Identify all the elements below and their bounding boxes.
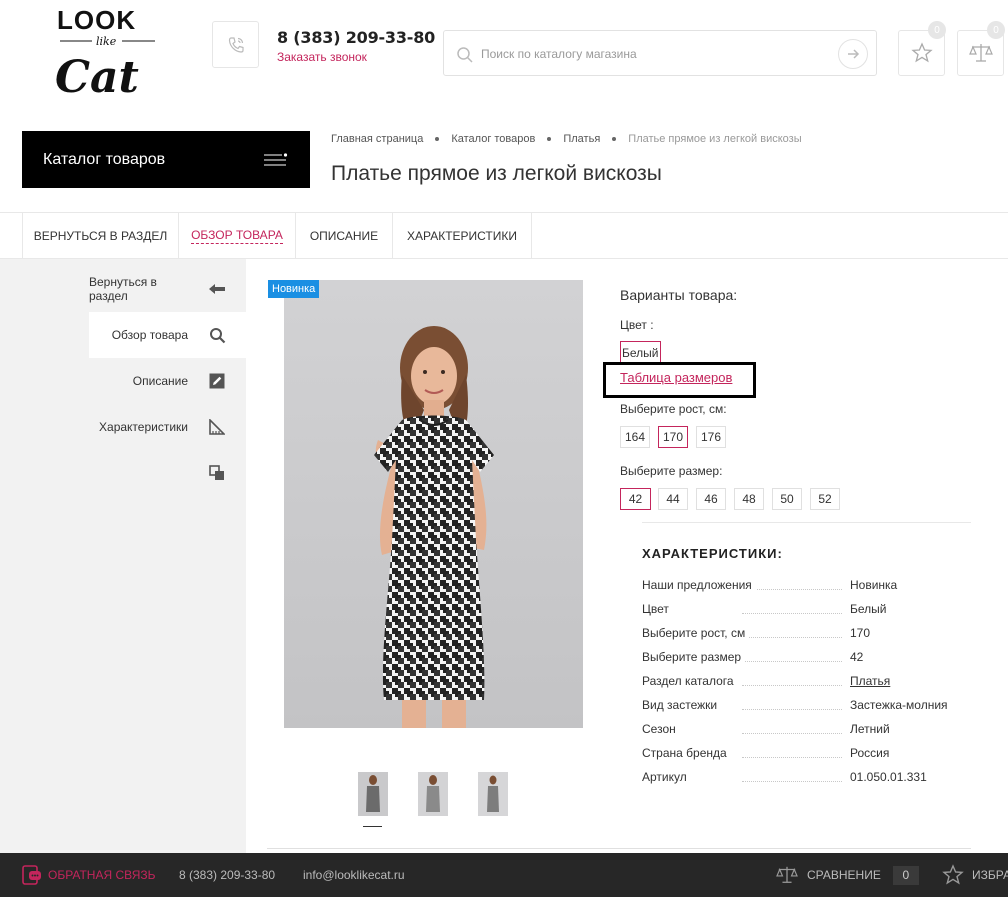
characteristic-row: Страна бренда Россия xyxy=(642,746,890,760)
size-option-42[interactable]: 42 xyxy=(620,488,651,510)
breadcrumb-home[interactable]: Главная страница xyxy=(331,133,423,145)
favorites-count-badge: 0 xyxy=(928,21,946,39)
active-thumbnail-indicator xyxy=(363,826,382,827)
star-icon xyxy=(910,42,933,63)
sidebar-item-label: Описание xyxy=(132,374,188,388)
header-phone[interactable]: 8 (383) 209-33-80 xyxy=(277,28,435,47)
sidebar-item-characteristics[interactable]: Характеристики xyxy=(89,404,246,450)
arrow-right-icon xyxy=(848,49,860,59)
height-option-170[interactable]: 170 xyxy=(658,426,688,448)
svg-text:like: like xyxy=(96,35,117,48)
footer-favorites-button[interactable]: ИЗБРАННОЕ xyxy=(942,853,1008,897)
new-badge: Новинка xyxy=(268,280,320,298)
copy-icon xyxy=(208,464,226,482)
svg-text:LOOK: LOOK xyxy=(57,5,136,35)
edit-icon xyxy=(208,372,226,390)
characteristic-row: Раздел каталога Платья xyxy=(642,674,891,688)
height-option-176[interactable]: 176 xyxy=(696,426,726,448)
characteristic-row: Сезон Летний xyxy=(642,722,890,736)
feedback-label: ОБРАТНАЯ СВЯЗЬ xyxy=(48,868,156,882)
compare-count-badge: 0 xyxy=(987,21,1005,39)
characteristic-row: Артикул 01.050.01.331 xyxy=(642,770,927,784)
product-thumbnail[interactable] xyxy=(418,772,448,816)
star-icon xyxy=(942,864,964,885)
callback-link[interactable]: Заказать звонок xyxy=(277,50,367,64)
footer-compare-button[interactable]: СРАВНЕНИЕ 0 xyxy=(776,853,919,897)
sidebar-item-label: Характеристики xyxy=(99,420,188,434)
tab-characteristics[interactable]: ХАРАКТЕРИСТИКИ xyxy=(393,213,532,259)
divider xyxy=(642,522,971,523)
characteristic-row: Выберите размер 42 xyxy=(642,650,864,664)
catalog-section-link[interactable]: Платья xyxy=(850,674,890,688)
catalog-menu-button[interactable]: Каталог товаров xyxy=(22,131,310,188)
breadcrumb-separator xyxy=(612,137,617,141)
feedback-button[interactable]: ОБРАТНАЯ СВЯЗЬ xyxy=(22,853,156,897)
search-icon xyxy=(208,326,226,344)
product-photo[interactable] xyxy=(284,280,583,728)
breadcrumb-current: Платье прямое из легкой вискозы xyxy=(628,133,802,145)
sidebar-item-similar[interactable] xyxy=(89,450,246,496)
variants-title: Варианты товара: xyxy=(620,287,738,303)
product-tabs: ВЕРНУТЬСЯ В РАЗДЕЛ ОБЗОР ТОВАРА ОПИСАНИЕ… xyxy=(0,212,1008,259)
characteristic-row: Наши предложения Новинка xyxy=(642,578,898,592)
breadcrumb-catalog[interactable]: Каталог товаров xyxy=(451,133,535,145)
sidebar-item-back[interactable]: Вернуться в раздел xyxy=(89,266,246,312)
menu-icon xyxy=(264,153,288,166)
footer-phone[interactable]: 8 (383) 209-33-80 xyxy=(179,853,275,897)
characteristic-row: Выберите рост, см 170 xyxy=(642,626,871,640)
ruler-icon xyxy=(208,418,226,436)
tab-description[interactable]: ОПИСАНИЕ xyxy=(296,213,393,259)
size-option-50[interactable]: 50 xyxy=(772,488,802,510)
color-label: Цвет : xyxy=(620,318,654,332)
sidebar-item-label: Обзор товара xyxy=(111,328,188,342)
footer-compare-label: СРАВНЕНИЕ xyxy=(807,868,881,882)
breadcrumb-separator xyxy=(547,137,552,141)
size-table-link[interactable]: Таблица размеров xyxy=(620,370,732,385)
catalog-menu-label: Каталог товаров xyxy=(43,150,166,168)
search-submit-button[interactable] xyxy=(838,39,868,69)
height-option-164[interactable]: 164 xyxy=(620,426,650,448)
search-icon xyxy=(457,47,473,63)
divider xyxy=(267,848,971,849)
tab-product-overview[interactable]: ОБЗОР ТОВАРА xyxy=(179,213,296,259)
breadcrumb-separator xyxy=(435,137,440,141)
product-thumbnail[interactable] xyxy=(358,772,388,816)
breadcrumb: Главная страница Каталог товаров Платья … xyxy=(331,133,802,145)
sidebar-item-overview[interactable]: Обзор товара xyxy=(89,312,246,358)
search-input[interactable] xyxy=(481,43,821,65)
phone-icon-button[interactable] xyxy=(212,21,259,68)
footer-email[interactable]: info@looklikecat.ru xyxy=(303,853,405,897)
svg-text:Cat: Cat xyxy=(55,52,139,103)
characteristics-title: ХАРАКТЕРИСТИКИ: xyxy=(642,546,783,561)
size-option-46[interactable]: 46 xyxy=(696,488,726,510)
scales-icon xyxy=(968,44,993,62)
phone-icon xyxy=(228,36,244,53)
arrow-left-icon xyxy=(208,280,226,298)
sidebar-item-description[interactable]: Описание xyxy=(89,358,246,404)
search-box xyxy=(443,30,877,76)
feedback-icon xyxy=(22,865,41,885)
site-logo[interactable]: LOOK like Cat xyxy=(50,4,170,104)
sidebar-item-label: Вернуться в раздел xyxy=(89,275,157,303)
size-option-44[interactable]: 44 xyxy=(658,488,688,510)
height-label: Выберите рост, см: xyxy=(620,402,727,416)
product-thumbnail[interactable] xyxy=(478,772,508,816)
footer-favorites-label: ИЗБРАННОЕ xyxy=(972,868,1008,882)
color-option-white[interactable]: Белый xyxy=(620,341,661,363)
favorites-button[interactable]: 0 xyxy=(898,21,946,76)
tab-back-to-section[interactable]: ВЕРНУТЬСЯ В РАЗДЕЛ xyxy=(22,213,179,259)
compare-button[interactable]: 0 xyxy=(957,21,1005,76)
bottom-bar: ОБРАТНАЯ СВЯЗЬ 8 (383) 209-33-80 info@lo… xyxy=(0,853,1008,897)
footer-compare-count: 0 xyxy=(892,865,919,885)
scales-icon xyxy=(776,866,798,883)
size-option-48[interactable]: 48 xyxy=(734,488,764,510)
page-title: Платье прямое из легкой вискозы xyxy=(331,162,662,185)
size-label: Выберите размер: xyxy=(620,464,723,478)
characteristic-row: Цвет Белый xyxy=(642,602,887,616)
size-option-52[interactable]: 52 xyxy=(810,488,840,510)
breadcrumb-dresses[interactable]: Платья xyxy=(563,133,600,145)
characteristic-row: Вид застежки Застежка-молния xyxy=(642,698,948,712)
